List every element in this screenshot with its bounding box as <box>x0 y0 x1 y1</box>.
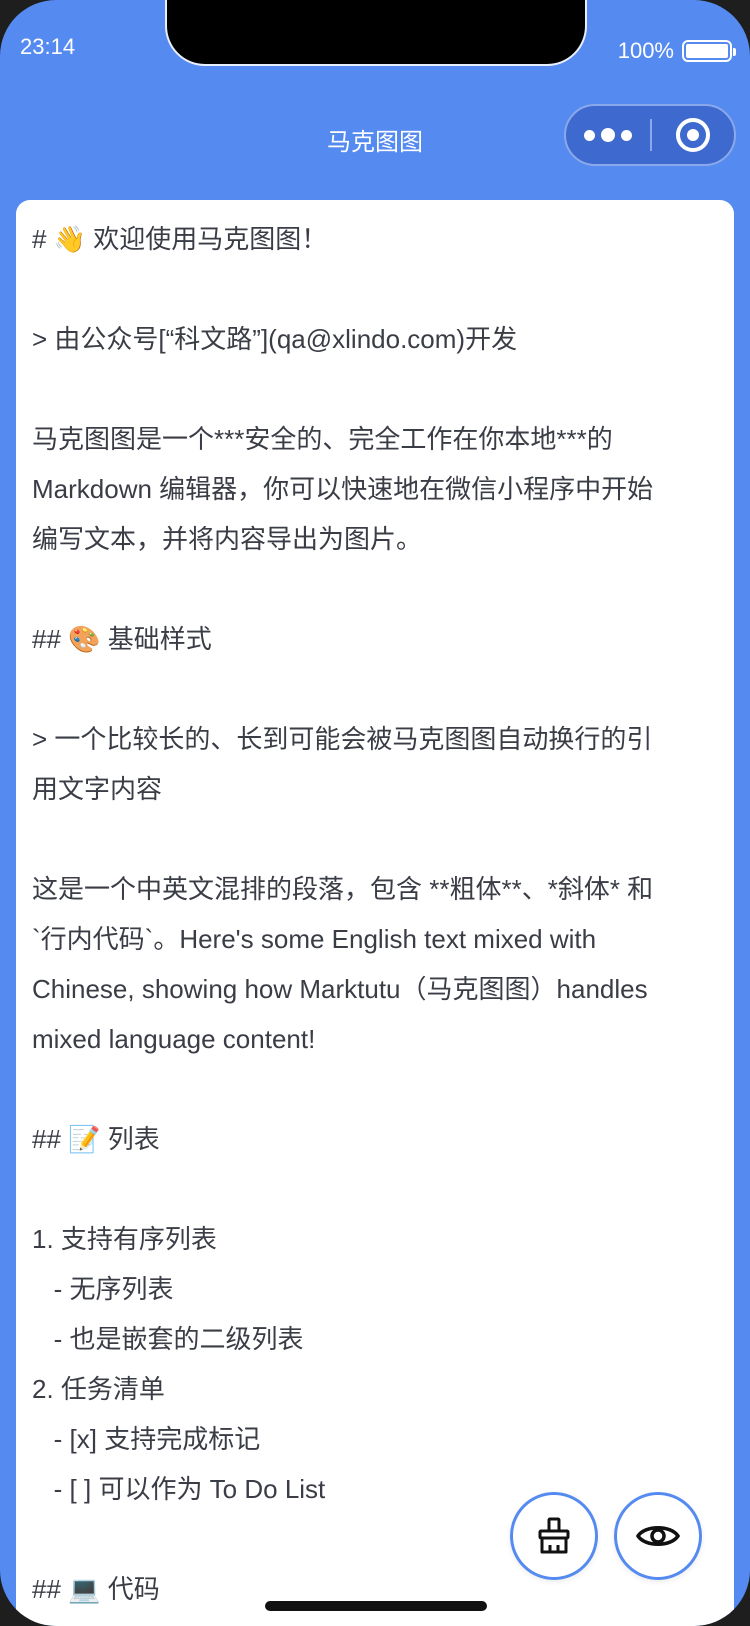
more-dots-icon[interactable] <box>566 106 650 164</box>
device-notch <box>165 0 587 66</box>
ring <box>676 118 710 152</box>
editor-line: 编写文本，并将内容导出为图片。 <box>32 524 423 554</box>
dot <box>584 129 595 141</box>
battery-percent: 100% <box>617 38 674 63</box>
editor-line: > 由公众号[“科文路”](qa@xlindo.com)开发 <box>32 324 518 354</box>
editor-line: - 无序列表 <box>32 1274 174 1304</box>
editor-line: mixed language content! <box>32 1024 316 1054</box>
miniprogram-capsule <box>564 104 736 166</box>
editor-line: ## 🎨 基础样式 <box>32 624 212 654</box>
editor-line: > 一个比较长的、长到可能会被马克图图自动换行的引 <box>32 724 653 754</box>
status-time: 23:14 <box>20 34 76 59</box>
home-indicator <box>265 1601 487 1611</box>
editor-line: # 👋 欢迎使用马克图图！ <box>32 224 328 254</box>
editor-line: 1. 支持有序列表 <box>32 1224 217 1254</box>
editor-line: 2. 任务清单 <box>32 1374 165 1404</box>
phone-screen: 23:14 100% 马克图图 # 👋 欢迎使用马克图图！ > 由公众号[“科文路… <box>0 0 750 1626</box>
editor-line: 这是一个中英文混排的段落，包含 **粗体**、*斜体* 和 <box>32 874 654 904</box>
editor-line: - [x] 支持完成标记 <box>32 1424 261 1454</box>
editor-line: Markdown 编辑器，你可以快速地在微信小程序中开始 <box>32 474 654 504</box>
editor-line: ## 📝 列表 <box>32 1124 160 1154</box>
editor-line: 用文字内容 <box>32 774 163 804</box>
broom-icon <box>538 1517 570 1554</box>
dot <box>621 129 632 141</box>
editor-line: - 也是嵌套的二级列表 <box>32 1324 304 1354</box>
markdown-editor[interactable]: # 👋 欢迎使用马克图图！ > 由公众号[“科文路”](qa@xlindo.com… <box>16 200 734 1626</box>
editor-line: Chinese, showing how Marktutu（马克图图）handl… <box>32 974 648 1004</box>
editor-line: 马克图图是一个***安全的、完全工作在你本地***的 <box>32 424 613 454</box>
battery-icon <box>682 40 736 62</box>
editor-line: `行内代码`。Here's some English text mixed wi… <box>32 924 597 954</box>
ring-dot <box>687 129 699 141</box>
dot <box>601 128 615 142</box>
battery-fill <box>686 44 728 58</box>
preview-button[interactable] <box>614 1492 702 1580</box>
target-circle-icon[interactable] <box>652 106 734 164</box>
eye-icon <box>635 1526 681 1546</box>
clear-button[interactable] <box>510 1492 598 1580</box>
editor-line: - [ ] 可以作为 To Do List <box>32 1474 326 1504</box>
status-indicators: 100% <box>617 38 736 64</box>
